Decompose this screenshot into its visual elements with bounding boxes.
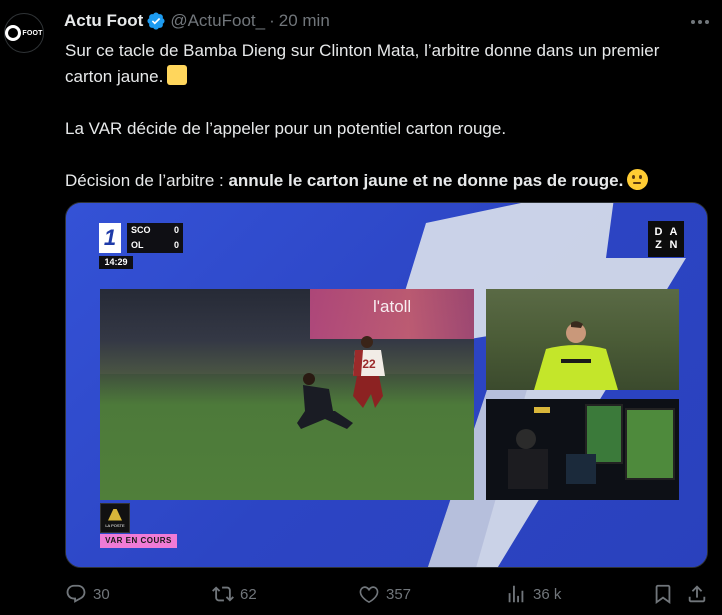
league-logo: LA POSTE [100,503,130,533]
separator-dot: · [269,11,275,30]
views-count: 36 k [533,585,562,603]
tweet-actions: 30 62 357 36 k [65,582,715,606]
ad-board-text: l'atoll [373,297,412,316]
tweet-text: Sur ce tacle de Bamba Dieng sur Clinton … [65,38,705,194]
var-status-tag: VAR EN COURS [100,534,177,548]
dazn-logo: DA ZN [648,221,684,257]
match-clock: 14:29 [99,256,133,269]
repost-count: 62 [240,585,257,603]
author-display-name[interactable]: Actu Foot [64,11,143,31]
more-icon[interactable] [686,10,714,34]
like-count: 357 [386,585,412,603]
heart-icon [359,586,379,604]
tweet-paragraph-1: Sur ce tacle de Bamba Dieng sur Clinton … [65,41,660,86]
svg-text:22: 22 [362,357,376,371]
views-icon [508,585,524,603]
replay-main-view: l'atoll 22 [100,289,474,500]
verified-badge-icon[interactable] [146,11,166,31]
bookmark-icon [655,584,671,605]
like-button[interactable]: 357 [358,582,411,606]
referee-camera-view [486,289,679,390]
views-button[interactable]: 36 k [505,582,561,606]
avatar[interactable]: FOOT [4,13,44,53]
repost-icon [212,586,234,602]
tweet-media-image[interactable]: 1 SCO 0 OL 0 14:29 DA ZN l'atoll 22 LA P… [65,202,708,568]
yellow-square-emoji-icon [167,65,188,85]
reply-button[interactable]: 30 [65,582,110,606]
author-handle[interactable]: @ActuFoot_ [170,11,265,31]
tweet-paragraph-3: Décision de l’arbitre : annule le carton… [65,168,705,194]
repost-button[interactable]: 62 [212,582,257,606]
bookmark-button[interactable] [652,582,674,606]
score-row-home: SCO 0 [131,225,179,235]
player-black-jersey [297,373,353,429]
share-button[interactable] [686,582,708,606]
tweet[interactable]: FOOT Actu Foot @ActuFoot_ · 20 min Sur c… [0,0,722,615]
competition-logo: 1 [99,223,121,253]
actu-foot-logo-icon: FOOT [5,25,42,41]
tweet-paragraph-2: La VAR décide de l’appeler pour un poten… [65,119,507,138]
thinking-face-emoji-icon [627,169,649,190]
score-table: SCO 0 OL 0 [127,223,183,253]
score-row-away: OL 0 [131,240,179,250]
tweet-header: Actu Foot @ActuFoot_ · 20 min [64,10,330,32]
share-icon [688,585,706,603]
var-room-camera-view [486,399,679,500]
reply-icon [66,584,86,603]
tweet-time[interactable]: 20 min [279,11,330,31]
reply-count: 30 [93,585,110,603]
